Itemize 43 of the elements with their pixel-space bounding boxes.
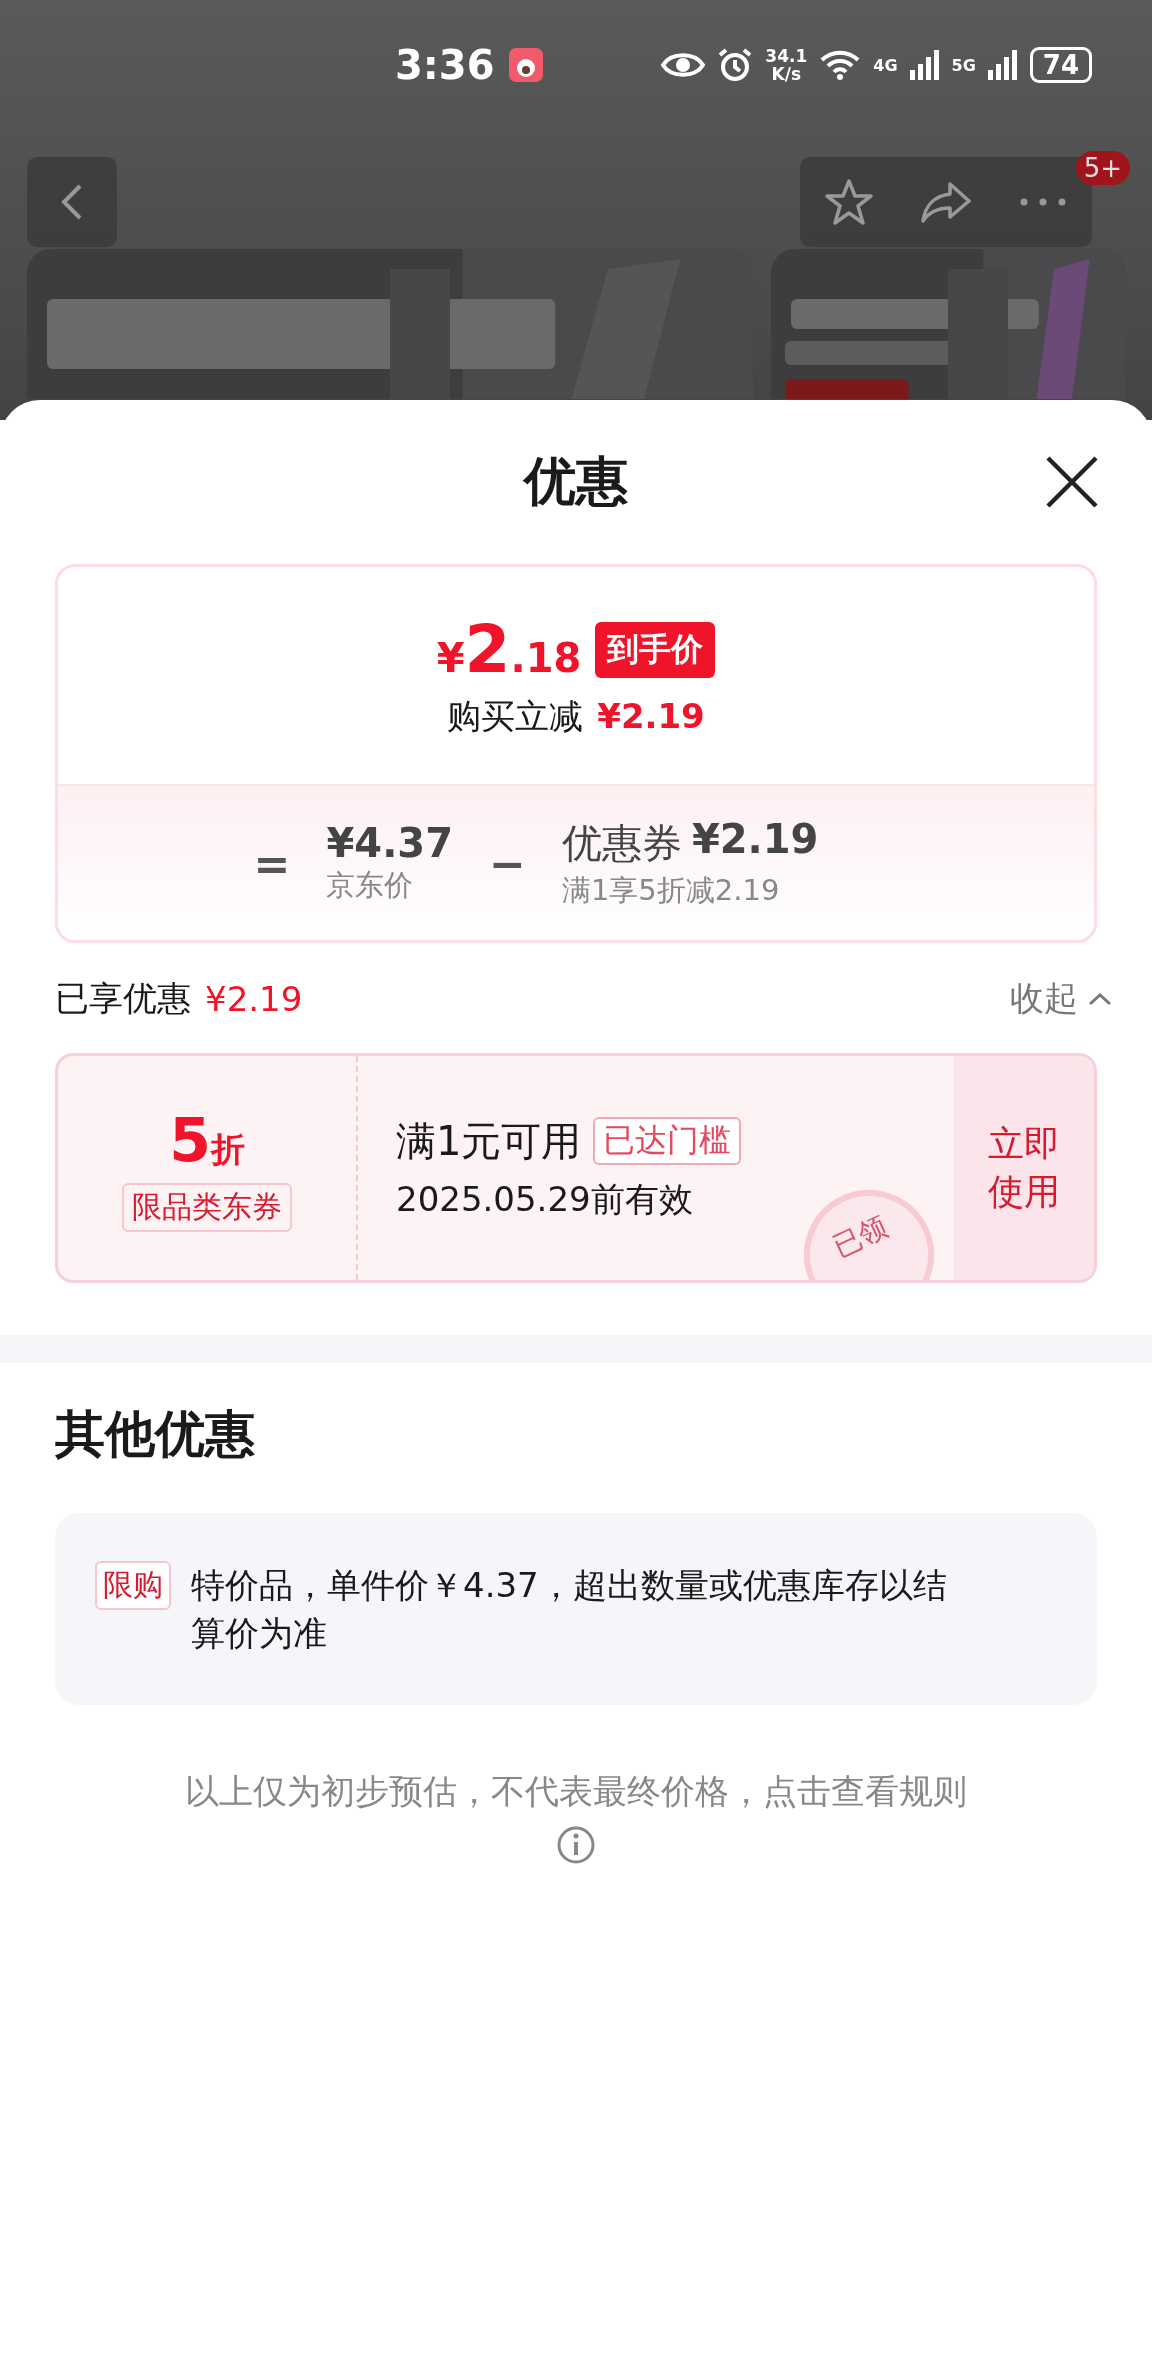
- coupon-validity: 2025.05.29前有效: [396, 1177, 694, 1221]
- enjoyed-label: 已享优惠: [55, 977, 191, 1020]
- base-price: ¥4.37: [326, 820, 453, 866]
- section-title: 其他优惠: [54, 1404, 256, 1465]
- rules-link[interactable]: 以上仅为初步预估，不代表最终价格，点击查看规则: [116, 1769, 1036, 1815]
- signal-icon: [909, 50, 940, 80]
- offer-note: 特价品，单件价￥4.37，超出数量或优惠库存以结算价为准: [191, 1564, 948, 1655]
- alarm-icon: [717, 47, 754, 83]
- instant-cut-label: 购买立减: [447, 695, 584, 738]
- network-speed: 34.1 K/s: [765, 47, 808, 83]
- enjoyed-value: ¥2.19: [205, 979, 303, 1019]
- info-icon[interactable]: [556, 1825, 596, 1865]
- limit-tag: 限购: [95, 1561, 171, 1610]
- equals-sign: =: [253, 837, 291, 889]
- more-icon: [1020, 198, 1067, 206]
- final-price-tag: 到手价: [595, 621, 716, 678]
- signal-icon: [987, 50, 1018, 80]
- coupon-value: ¥2.19: [691, 815, 819, 864]
- collapse-button[interactable]: 收起: [1010, 976, 1112, 1022]
- network-type: 4G: [873, 55, 898, 75]
- eye-icon: [661, 50, 706, 80]
- threshold-tag: 已达门槛: [593, 1117, 742, 1165]
- coupon-rule: 满1享5折减2.19: [561, 871, 781, 909]
- app-icon: [508, 48, 543, 82]
- chevron-up-icon: [1088, 992, 1112, 1006]
- clock: 3:36: [395, 42, 495, 88]
- coupon-type-tag: 限品类东券: [122, 1182, 292, 1232]
- coupon-label: 优惠券: [561, 818, 682, 868]
- minus-sign: −: [489, 837, 526, 889]
- instant-cut-value: ¥2.19: [597, 696, 705, 736]
- wifi-icon: [819, 49, 862, 81]
- coupon-discount: 5折: [169, 1104, 245, 1175]
- use-now-button[interactable]: 立即使用: [954, 1056, 1094, 1280]
- share-icon: [920, 181, 972, 223]
- base-price-label: 京东价: [326, 867, 415, 904]
- star-icon: [823, 178, 874, 226]
- final-price: ¥2.18: [436, 611, 582, 688]
- chevron-left-icon: [60, 182, 84, 222]
- sheet-title: 优惠: [524, 450, 628, 513]
- battery-level: 74: [1029, 47, 1092, 83]
- coupon-condition: 满1元可用: [396, 1116, 582, 1166]
- network-type: 5G: [951, 55, 976, 75]
- notification-badge: 5+: [1075, 151, 1130, 185]
